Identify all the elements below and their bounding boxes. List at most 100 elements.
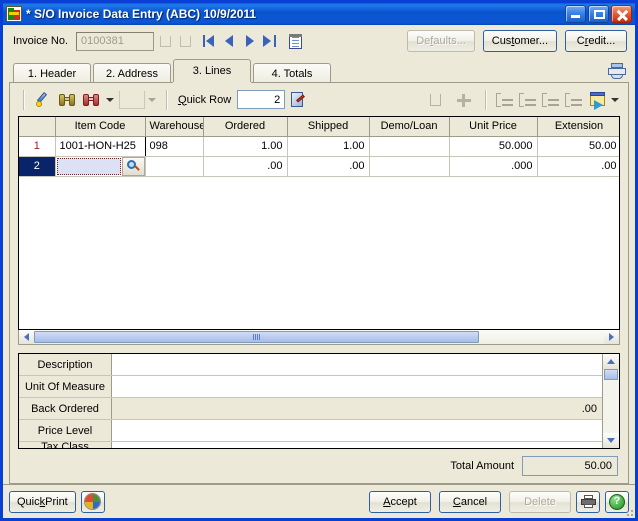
tab-address[interactable]: 2. Address: [93, 63, 171, 83]
detail-value[interactable]: [112, 420, 602, 441]
invoice-toolbar: Invoice No. 0100381 De f aults... Cus t omer…: [3, 25, 635, 57]
previous-record-button[interactable]: [223, 34, 236, 48]
total-amount-label: Total Amount: [450, 460, 514, 472]
detail-row-tax-class[interactable]: Tax Class: [19, 442, 602, 448]
binoculars-icon[interactable]: [57, 90, 77, 110]
tab-header[interactable]: 1. Header: [13, 63, 91, 83]
window-title: * S/O Invoice Data Entry (ABC) 10/9/2011: [26, 7, 257, 21]
quick-row-label: Quick Row: [178, 93, 232, 106]
memo-icon[interactable]: [289, 33, 303, 49]
cell-demo-loan[interactable]: [369, 136, 450, 157]
export-chevron-down-icon[interactable]: [611, 97, 619, 102]
column-unit-price[interactable]: Unit Price: [449, 117, 538, 137]
cancel-button[interactable]: Cancel: [439, 490, 501, 513]
scroll-up-icon[interactable]: [603, 354, 619, 369]
cell-extension: .00: [537, 156, 619, 177]
app-icon: [6, 6, 22, 22]
detail-value[interactable]: [112, 376, 602, 397]
list-indent-icon[interactable]: [495, 91, 514, 109]
detail-row-price-level[interactable]: Price Level: [19, 420, 602, 442]
column-ordered[interactable]: Ordered: [203, 117, 288, 137]
cell-warehouse[interactable]: 098: [145, 136, 204, 157]
detail-value[interactable]: [112, 442, 602, 448]
client-area: Invoice No. 0100381 De f aults... Cus t omer…: [3, 25, 635, 518]
lookup-button[interactable]: [177, 33, 194, 50]
grid-horizontal-scrollbar[interactable]: [18, 330, 620, 345]
table-row[interactable]: 1 1001-HON-H25 098 1.00 1.00 50.000 50.0…: [19, 136, 619, 157]
application-window: * S/O Invoice Data Entry (ABC) 10/9/2011…: [0, 0, 638, 521]
list-collapse-icon[interactable]: [518, 91, 537, 109]
cell-unit-price[interactable]: .000: [449, 156, 538, 177]
detail-row-unit-of-measure[interactable]: Unit Of Measure: [19, 376, 602, 398]
cell-ordered[interactable]: 1.00: [203, 136, 288, 157]
column-item-code[interactable]: Item Code: [55, 117, 146, 137]
detail-vertical-scrollbar[interactable]: [602, 354, 619, 448]
detail-value[interactable]: [112, 354, 602, 375]
defaults-button[interactable]: De f aults...: [407, 30, 475, 52]
magnifier-icon[interactable]: [121, 156, 144, 175]
customer-button[interactable]: Cus t omer...: [482, 30, 557, 52]
export-grid-icon[interactable]: [588, 91, 608, 110]
detail-label: Price Level: [19, 420, 112, 441]
tab-lines[interactable]: 3. Lines: [173, 59, 251, 82]
cell-shipped[interactable]: 1.00: [287, 136, 370, 157]
total-amount-value: 50.00: [522, 456, 618, 476]
cell-item-code-editing[interactable]: [55, 156, 146, 177]
accept-button[interactable]: Accept: [369, 490, 431, 513]
next-number-button[interactable]: [157, 33, 174, 50]
sage-swirl-icon[interactable]: [80, 490, 105, 513]
cell-item-code[interactable]: 1001-HON-H25: [55, 136, 146, 157]
lines-table: Item Code Warehouse Ordered Shipped Demo…: [19, 117, 619, 177]
cell-demo-loan[interactable]: [369, 156, 450, 177]
credit-button[interactable]: Cr edit...: [565, 30, 627, 52]
list-outdent-icon[interactable]: [541, 91, 560, 109]
delete-button[interactable]: Delete: [509, 490, 571, 513]
last-record-button[interactable]: [263, 34, 277, 48]
search-combo[interactable]: [119, 90, 145, 109]
quick-print-button[interactable]: Quic k Print: [9, 490, 76, 513]
detail-row-description[interactable]: Description: [19, 354, 602, 376]
line-detail-panel: Description Unit Of Measure Back Ordered…: [18, 353, 620, 449]
printer-icon[interactable]: [607, 63, 627, 81]
list-expand-icon[interactable]: [564, 91, 583, 109]
table-row[interactable]: 2 .00 .00 .000 .00: [19, 156, 619, 177]
lines-grid: Item Code Warehouse Ordered Shipped Demo…: [18, 116, 620, 330]
cell-shipped[interactable]: .00: [287, 156, 370, 177]
scroll-down-icon[interactable]: [603, 433, 619, 448]
quick-row-input[interactable]: 2: [237, 90, 286, 109]
lines-panel: Quick Row 2 Item Code Warehouse Ordered …: [9, 82, 629, 484]
column-extension[interactable]: Extension: [537, 117, 619, 137]
detail-row-back-ordered[interactable]: Back Ordered .00: [19, 398, 602, 420]
close-button[interactable]: [611, 5, 632, 23]
first-record-button[interactable]: [203, 34, 216, 48]
tab-strip: 1. Header 2. Address 3. Lines 4. Totals: [3, 57, 635, 83]
printer-icon[interactable]: [576, 490, 600, 513]
chevron-down-icon[interactable]: [106, 97, 114, 102]
column-demo-loan[interactable]: Demo/Loan: [369, 117, 450, 137]
cell-extension: 50.00: [537, 136, 619, 157]
cell-ordered[interactable]: .00: [203, 156, 288, 177]
next-record-button[interactable]: [243, 34, 256, 48]
tab-header-label: 1. Header: [27, 67, 77, 80]
resize-grip[interactable]: [623, 506, 633, 516]
column-shipped[interactable]: Shipped: [287, 117, 370, 137]
column-warehouse[interactable]: Warehouse: [145, 117, 204, 137]
detail-scroll-thumb[interactable]: [604, 369, 618, 380]
cell-warehouse[interactable]: [145, 156, 204, 177]
scroll-right-icon[interactable]: [604, 330, 619, 344]
minimize-button[interactable]: [565, 5, 586, 23]
item-code-input[interactable]: [56, 157, 121, 175]
flashlight-icon[interactable]: [33, 90, 53, 110]
row-edit-icon[interactable]: [289, 91, 307, 109]
maximize-button[interactable]: [588, 5, 609, 23]
binoculars-red-icon[interactable]: [81, 90, 101, 110]
column-rownum: [19, 117, 56, 137]
window-controls: [565, 5, 633, 23]
tab-totals[interactable]: 4. Totals: [253, 63, 331, 83]
scroll-thumb[interactable]: [34, 331, 479, 343]
scroll-left-icon[interactable]: [19, 330, 34, 344]
cell-unit-price[interactable]: 50.000: [449, 136, 538, 157]
scroll-track[interactable]: [34, 330, 604, 344]
detail-label: Unit Of Measure: [19, 376, 112, 397]
invoice-no-input[interactable]: 0100381: [76, 31, 155, 51]
